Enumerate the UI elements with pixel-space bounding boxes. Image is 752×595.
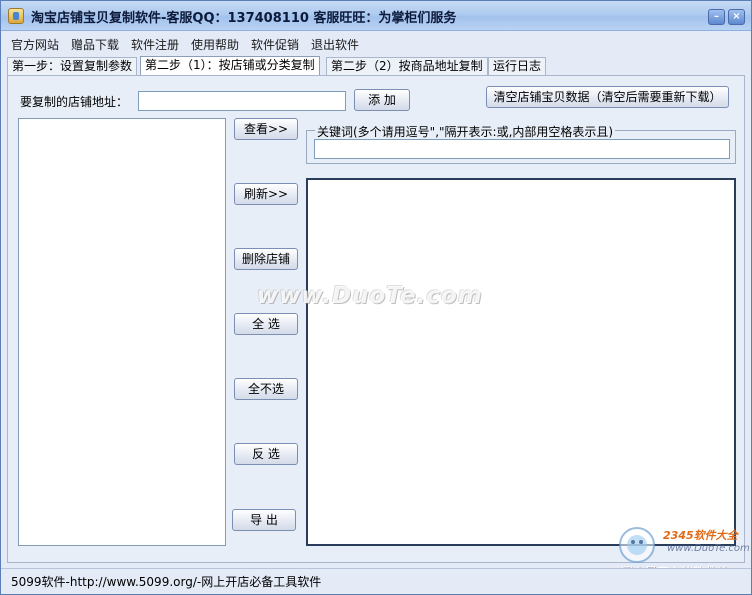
menu-bar: 官方网站 赠品下载 软件注册 使用帮助 软件促销 退出软件 — [1, 32, 751, 54]
tab-step2-by-url[interactable]: 第二步（2）按商品地址复制 — [326, 57, 488, 75]
menu-register[interactable]: 软件注册 — [131, 36, 179, 53]
shop-url-input[interactable] — [138, 91, 346, 111]
menu-gift-download[interactable]: 赠品下载 — [71, 36, 119, 53]
menu-official-site[interactable]: 官方网站 — [11, 36, 59, 53]
site-logo: 2345软件大全 www.DuoTe.com — [613, 521, 751, 569]
app-icon — [8, 8, 24, 24]
close-button[interactable]: × — [728, 9, 745, 25]
tab-panel: 要复制的店铺地址： 添 加 清空店铺宝贝数据（清空后需要重新下载） 查看>> 刷… — [7, 75, 745, 563]
shop-list[interactable] — [18, 118, 226, 546]
app-window: 淘宝店铺宝贝复制软件-客服QQ：137408110 客服旺旺：为掌柜们服务 – … — [0, 0, 752, 595]
logo-site: www.DuoTe.com — [667, 543, 750, 554]
title-bar[interactable]: 淘宝店铺宝贝复制软件-客服QQ：137408110 客服旺旺：为掌柜们服务 – … — [1, 1, 751, 31]
keyword-group: 关键词(多个请用逗号","隔开表示:或,内部用空格表示且) — [306, 123, 736, 164]
category-list[interactable] — [306, 178, 736, 546]
menu-promotion[interactable]: 软件促销 — [251, 36, 299, 53]
invert-selection-button[interactable]: 反 选 — [234, 443, 298, 465]
shop-url-label: 要复制的店铺地址： — [20, 95, 129, 109]
keyword-input[interactable] — [314, 139, 730, 159]
status-text: 5099软件-http://www.5099.org/-网上开店必备工具软件 — [11, 575, 322, 589]
select-none-button[interactable]: 全不选 — [234, 378, 298, 400]
menu-help[interactable]: 使用帮助 — [191, 36, 239, 53]
minimize-button[interactable]: – — [708, 9, 725, 25]
tab-run-log[interactable]: 运行日志 — [488, 57, 547, 75]
status-bar: 5099软件-http://www.5099.org/-网上开店必备工具软件 — [1, 568, 751, 594]
watermark-text: www.DuoTe.com — [257, 283, 483, 309]
refresh-button[interactable]: 刷新>> — [234, 183, 298, 205]
export-button[interactable]: 导 出 — [232, 509, 296, 531]
tab-step1-settings[interactable]: 第一步：设置复制参数 — [7, 57, 138, 75]
keyword-legend: 关键词(多个请用逗号","隔开表示:或,内部用空格表示且) — [315, 123, 616, 140]
menu-exit[interactable]: 退出软件 — [311, 36, 359, 53]
view-button[interactable]: 查看>> — [234, 118, 298, 140]
window-title: 淘宝店铺宝贝复制软件-客服QQ：137408110 客服旺旺：为掌柜们服务 — [31, 11, 457, 26]
delete-shop-button[interactable]: 删除店铺 — [234, 248, 298, 270]
logo-brand: 2345软件大全 — [663, 529, 738, 542]
clear-shop-data-button[interactable]: 清空店铺宝贝数据（清空后需要重新下载） — [486, 86, 729, 108]
select-all-button[interactable]: 全 选 — [234, 313, 298, 335]
tab-step2-by-shop[interactable]: 第二步（1）：按店铺或分类复制 — [140, 56, 320, 76]
add-shop-button[interactable]: 添 加 — [354, 89, 410, 111]
